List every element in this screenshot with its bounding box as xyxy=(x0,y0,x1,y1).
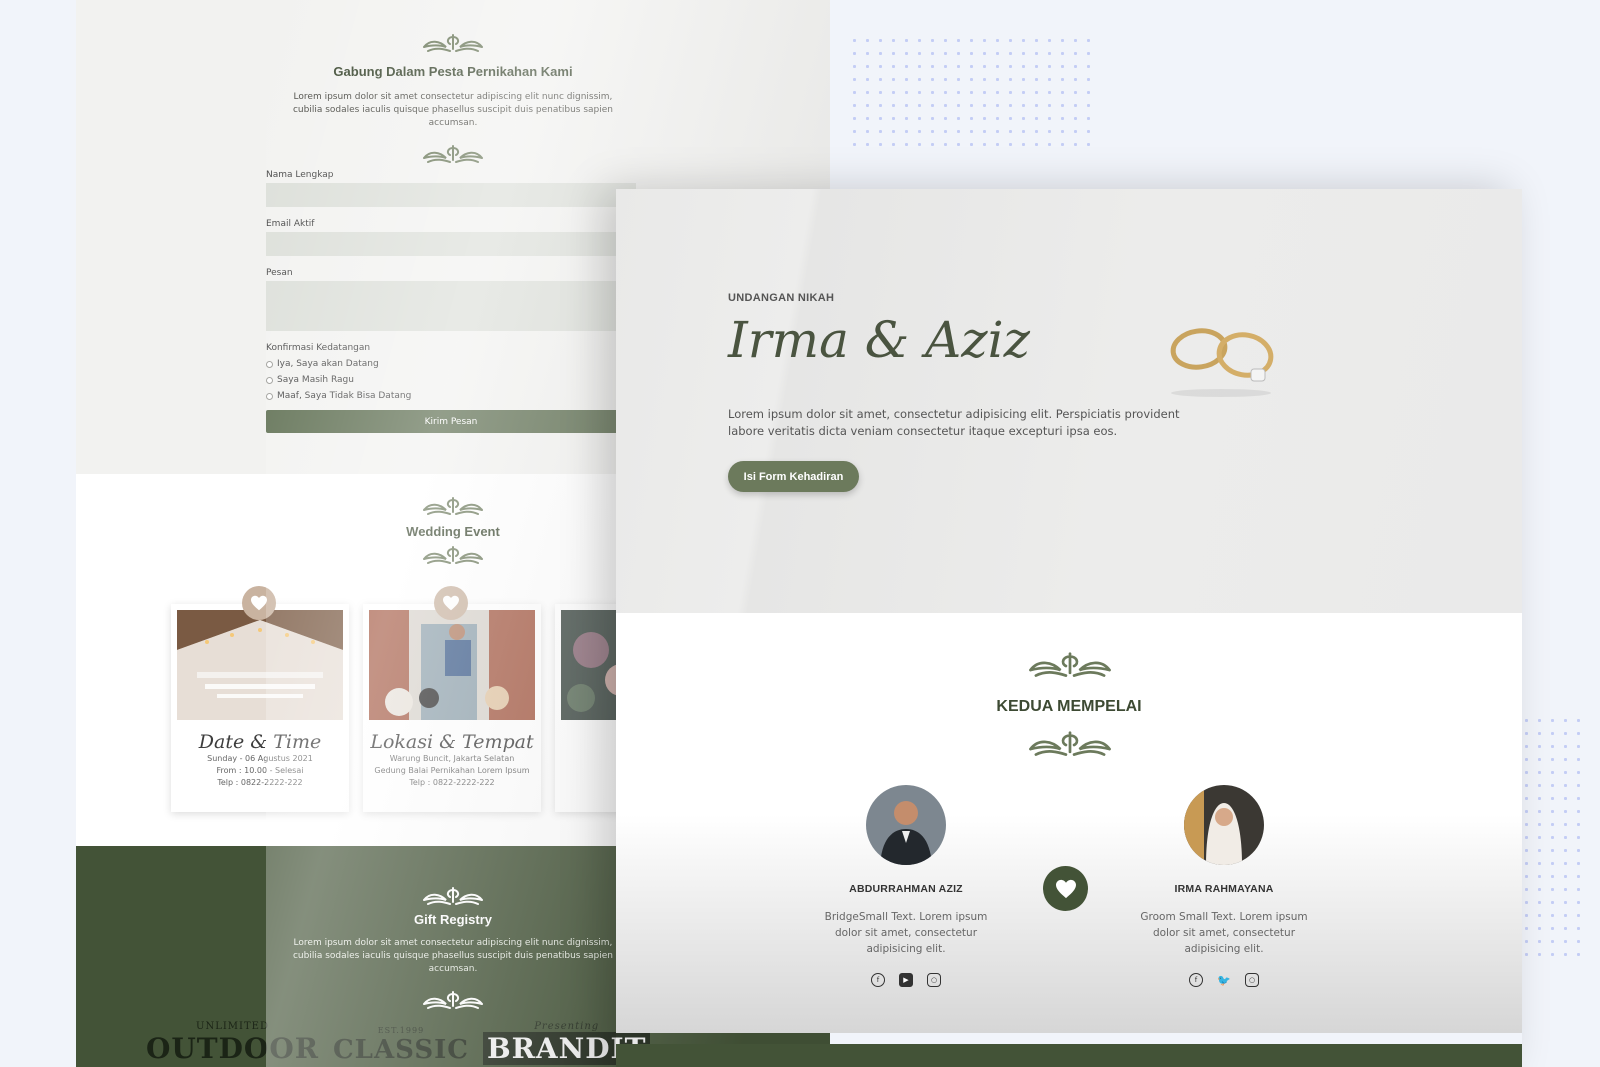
radio-button[interactable] xyxy=(266,360,273,368)
ornament-icon xyxy=(423,145,483,163)
radio-button[interactable] xyxy=(266,392,273,400)
rsvp-title: Gabung Dalam Pesta Pernikahan Kami xyxy=(333,64,573,79)
gift-lead: Lorem ipsum dolor sit amet consectetur a… xyxy=(292,938,614,974)
name-field[interactable] xyxy=(266,183,636,207)
couple-names: Irma & Aziz xyxy=(728,311,1030,369)
groom-name: ABDURRAHMAN AZIZ xyxy=(849,883,963,895)
card-line: From : 10.00 - Selesai xyxy=(216,766,304,775)
radio-label: Saya Masih Ragu xyxy=(277,375,354,385)
groom-bio: BridgeSmall Text. Lorem ipsum dolor sit … xyxy=(824,911,988,955)
couple-title: KEDUA MEMPELAI xyxy=(996,698,1142,715)
ornament-icon xyxy=(423,546,483,564)
groom-profile: ABDURRAHMAN AZIZ BridgeSmall Text. Lorem… xyxy=(816,785,996,987)
brand-logos: UNLIMITED OUTDOOR EST.1999 CLASSIC Prese… xyxy=(146,1021,651,1065)
rsvp-form: Nama Lengkap Email Aktif Pesan Konfirmas… xyxy=(266,170,636,433)
heart-icon xyxy=(1043,866,1088,911)
front-page-preview: UNDANGAN NIKAH Irma & Aziz Lorem ipsum d… xyxy=(616,189,1522,1067)
wedding-rings-image xyxy=(1170,328,1274,397)
ornament-icon xyxy=(1029,731,1111,756)
card-line: Warung Buncit, Jakarta Selatan xyxy=(389,754,515,763)
event-card-location: Lokasi & Tempat Warung Buncit, Jakarta S… xyxy=(363,586,541,812)
instagram-icon[interactable]: ○ xyxy=(1245,973,1259,987)
decorative-dot-grid xyxy=(848,34,1092,156)
message-field[interactable] xyxy=(266,281,636,331)
hero-lead: Lorem ipsum dolor sit amet, consectetur … xyxy=(728,407,1180,438)
heart-icon xyxy=(242,586,276,620)
rsvp-lead: Lorem ipsum dolor sit amet consectetur a… xyxy=(292,92,614,128)
bride-avatar xyxy=(1184,785,1264,865)
hero-section: UNDANGAN NIKAH Irma & Aziz Lorem ipsum d… xyxy=(616,189,1522,613)
event-card-datetime: Date & Time Sunday - 06 Agustus 2021 Fro… xyxy=(171,586,349,812)
rsvp-form-button[interactable]: Isi Form Kehadiran xyxy=(728,461,859,492)
brand-logo: EST.1999 CLASSIC xyxy=(332,1026,469,1065)
twitter-icon[interactable]: 🐦 xyxy=(1217,973,1231,987)
groom-social-links: f ▶ ○ xyxy=(816,973,996,987)
ornament-icon xyxy=(423,34,483,52)
card-line: Telp : 0822-2222-222 xyxy=(217,778,303,787)
message-label: Pesan xyxy=(266,268,293,278)
venue-hall-photo xyxy=(177,610,343,720)
couple-celebration-photo xyxy=(369,610,535,720)
card-title: Lokasi & Tempat xyxy=(370,731,534,753)
confirm-label: Konfirmasi Kedatangan xyxy=(266,343,371,353)
email-label: Email Aktif xyxy=(266,219,315,229)
card-line: Gedung Balai Pernikahan Lorem Ipsum xyxy=(374,766,530,775)
card-line: Telp : 0822-2222-222 xyxy=(409,778,495,787)
youtube-icon[interactable]: ▶ xyxy=(899,973,913,987)
ornament-icon xyxy=(423,991,483,1009)
bride-bio: Groom Small Text. Lorem ipsum dolor sit … xyxy=(1140,911,1308,955)
facebook-icon[interactable]: f xyxy=(1189,973,1203,987)
radio-option-no[interactable]: Maaf, Saya Tidak Bisa Datang xyxy=(266,388,636,404)
heart-icon xyxy=(434,586,468,620)
ornament-icon xyxy=(1029,652,1111,677)
card-line: Sunday - 06 Agustus 2021 xyxy=(207,754,313,763)
footer-strip xyxy=(616,1044,1522,1067)
decorative-dot-grid xyxy=(1520,714,1588,960)
hero-tag: UNDANGAN NIKAH xyxy=(728,292,835,304)
radio-label: Iya, Saya akan Datang xyxy=(277,359,379,369)
brand-logo: UNLIMITED OUTDOOR xyxy=(146,1021,319,1065)
bride-profile: IRMA RAHMAYANA Groom Small Text. Lorem i… xyxy=(1134,785,1314,987)
bride-groom-section: KEDUA MEMPELAI ABDURRAHMAN AZIZ BridgeSm… xyxy=(616,613,1522,1033)
radio-button[interactable] xyxy=(266,376,273,384)
bride-social-links: f 🐦 ○ xyxy=(1134,973,1314,987)
radio-label: Maaf, Saya Tidak Bisa Datang xyxy=(277,391,412,401)
bride-name: IRMA RAHMAYANA xyxy=(1174,883,1274,895)
submit-button[interactable]: Kirim Pesan xyxy=(266,410,636,433)
ornament-icon xyxy=(423,887,483,905)
radio-option-maybe[interactable]: Saya Masih Ragu xyxy=(266,372,636,388)
groom-avatar xyxy=(866,785,946,865)
card-title: Date & Time xyxy=(198,731,322,753)
email-field[interactable] xyxy=(266,232,636,256)
instagram-icon[interactable]: ○ xyxy=(927,973,941,987)
name-label: Nama Lengkap xyxy=(266,170,334,180)
radio-option-yes[interactable]: Iya, Saya akan Datang xyxy=(266,356,636,372)
ornament-icon xyxy=(423,497,483,515)
facebook-icon[interactable]: f xyxy=(871,973,885,987)
